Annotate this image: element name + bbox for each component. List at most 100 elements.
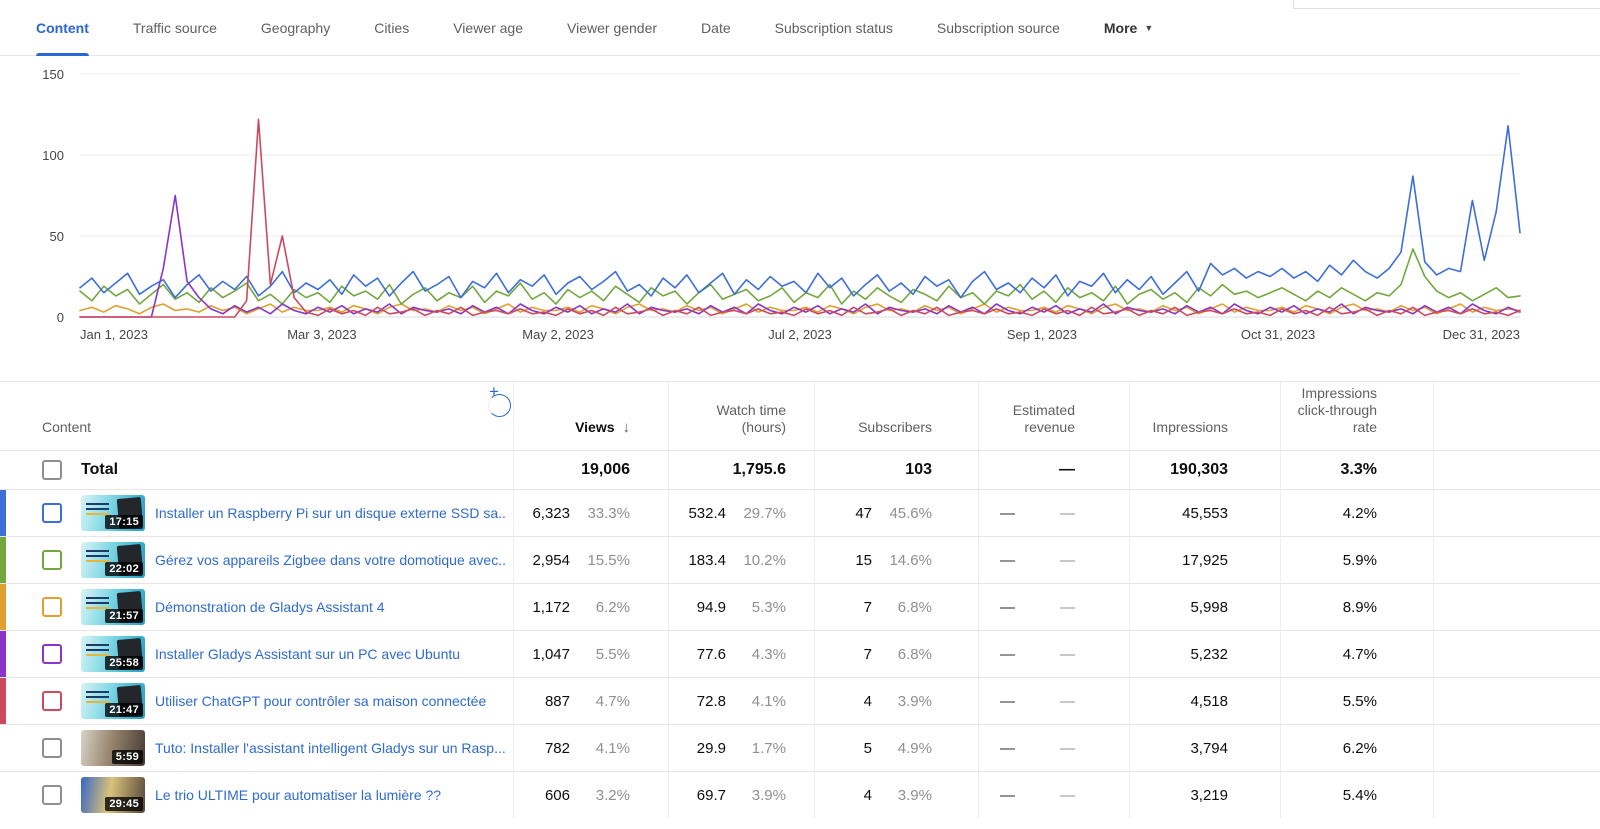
row-checkbox[interactable] [42,644,62,664]
video-thumbnail[interactable]: 17:15 [81,495,145,531]
content-metrics-table: Content Views ↓ Watch time (hours) Subsc… [0,381,1600,818]
revenue-value: — [1000,645,1015,663]
line-chart-svg: 150 100 50 0 Jan 1, 2023 Mar 3, 2023 May 2, 20… [42,67,1521,342]
video-thumbnail[interactable]: 21:47 [81,683,145,719]
revenue-percent: — [1060,504,1075,522]
tab-cities[interactable]: Cities [374,0,409,56]
subscribers-value: 7 [863,645,872,663]
views-value: 2,954 [532,551,570,569]
ctr-value: 5.9% [1342,551,1377,569]
views-percent: 33.3% [587,504,630,522]
column-header-watch-time[interactable]: Watch time (hours) [717,402,787,436]
revenue-percent: — [1060,739,1075,757]
revenue-percent: — [1060,692,1075,710]
column-header-subscribers[interactable]: Subscribers [858,419,932,436]
column-header-content[interactable]: Content [42,419,91,436]
column-header-views[interactable]: Views [575,419,614,436]
table-row: 29:45 Le trio ULTIME pour automatiser la… [0,771,1600,818]
svg-text:150: 150 [42,67,64,82]
total-views: 19,006 [581,461,630,478]
tab-geography[interactable]: Geography [261,0,330,56]
video-duration-badge: 25:58 [105,656,143,670]
revenue-value: — [1000,739,1015,757]
row-checkbox[interactable] [42,691,62,711]
watch-time-percent: 5.3% [751,598,786,616]
series-color-bar [0,584,6,630]
tab-date[interactable]: Date [701,0,731,56]
tab-viewer-age[interactable]: Viewer age [453,0,523,56]
column-header-estimated-revenue[interactable]: Estimated revenue [1013,402,1075,436]
video-title-link[interactable]: Démonstration de Gladys Assistant 4 [155,599,385,615]
svg-text:Oct 31, 2023: Oct 31, 2023 [1241,327,1315,342]
table-row: 25:58 Installer Gladys Assistant sur un … [0,630,1600,677]
table-row: 17:15 Installer un Raspberry Pi sur un d… [0,489,1600,536]
total-row-checkbox[interactable] [42,460,62,480]
ctr-value: 6.2% [1342,739,1377,757]
series-color-bar [0,631,6,677]
row-checkbox[interactable] [42,785,62,805]
video-thumbnail[interactable]: 5:59 [81,730,145,766]
watch-time-value: 532.4 [688,504,726,522]
tab-content[interactable]: Content [36,0,89,56]
views-value: 1,172 [532,598,570,616]
views-percent: 6.2% [595,598,630,616]
video-thumbnail[interactable]: 25:58 [81,636,145,672]
subscribers-percent: 6.8% [897,645,932,663]
revenue-percent: — [1060,551,1075,569]
row-checkbox[interactable] [42,550,62,570]
svg-text:Mar 3, 2023: Mar 3, 2023 [287,327,356,342]
video-thumbnail[interactable]: 22:02 [81,542,145,578]
row-checkbox[interactable] [42,503,62,523]
tab-traffic-source[interactable]: Traffic source [133,0,217,56]
video-title-link[interactable]: Installer un Raspberry Pi sur un disque … [155,505,505,521]
svg-text:Sep 1, 2023: Sep 1, 2023 [1007,327,1077,342]
svg-text:0: 0 [57,310,64,325]
table-total-row: Total 19,006 1,795.6 103 — 190,303 3.3% [0,450,1600,489]
column-header-impressions[interactable]: Impressions [1153,419,1228,436]
sort-descending-icon[interactable]: ↓ [623,419,631,436]
impressions-value: 17,925 [1182,551,1228,569]
video-duration-badge: 21:57 [105,609,143,623]
panel-corner-divider-vertical [1293,0,1294,8]
impressions-value: 4,518 [1190,692,1228,710]
add-metric-column-button[interactable]: + [488,382,511,417]
table-row: 22:02 Gérez vos appareils Zigbee dans vo… [0,536,1600,583]
video-title-link[interactable]: Tuto: Installer l'assistant intelligent … [155,740,505,756]
video-duration-badge: 22:02 [105,562,143,576]
tab-subscription-source[interactable]: Subscription source [937,0,1060,56]
video-duration-badge: 29:45 [105,797,143,811]
watch-time-percent: 1.7% [751,739,786,757]
subscribers-percent: 3.9% [897,786,932,804]
views-percent: 5.5% [595,645,630,663]
subscribers-percent: 14.6% [889,551,932,569]
video-title-link[interactable]: Utiliser ChatGPT pour contrôler sa maiso… [155,693,486,709]
revenue-value: — [1000,598,1015,616]
series-color-bar [0,725,6,771]
row-checkbox[interactable] [42,597,62,617]
video-thumbnail[interactable]: 29:45 [81,777,145,813]
chevron-down-icon: ▼ [1144,22,1154,33]
more-tabs-button[interactable]: More ▼ [1104,20,1153,36]
video-title-link[interactable]: Installer Gladys Assistant sur un PC ave… [155,646,460,662]
ctr-value: 8.9% [1342,598,1377,616]
column-header-ctr[interactable]: Impressions click-through rate [1298,385,1377,436]
subscribers-percent: 6.8% [897,598,932,616]
row-checkbox[interactable] [42,738,62,758]
video-thumbnail[interactable]: 21:57 [81,589,145,625]
tab-subscription-status[interactable]: Subscription status [775,0,893,56]
table-header-row: Content Views ↓ Watch time (hours) Subsc… [0,382,1600,450]
subscribers-value: 5 [863,739,872,757]
watch-time-value: 69.7 [696,786,726,804]
analytics-tab-bar: Content Traffic source Geography Cities … [0,0,1600,56]
views-percent: 4.1% [595,739,630,757]
impressions-value: 5,232 [1190,645,1228,663]
tab-viewer-gender[interactable]: Viewer gender [567,0,657,56]
impressions-value: 3,219 [1190,786,1228,804]
total-ctr: 3.3% [1340,461,1377,478]
subscribers-value: 15 [855,551,872,569]
video-title-link[interactable]: Gérez vos appareils Zigbee dans votre do… [155,552,505,568]
svg-text:50: 50 [50,229,64,244]
video-title-link[interactable]: Le trio ULTIME pour automatiser la lumiè… [155,787,441,803]
total-impressions: 190,303 [1170,461,1228,478]
subscribers-percent: 4.9% [897,739,932,757]
